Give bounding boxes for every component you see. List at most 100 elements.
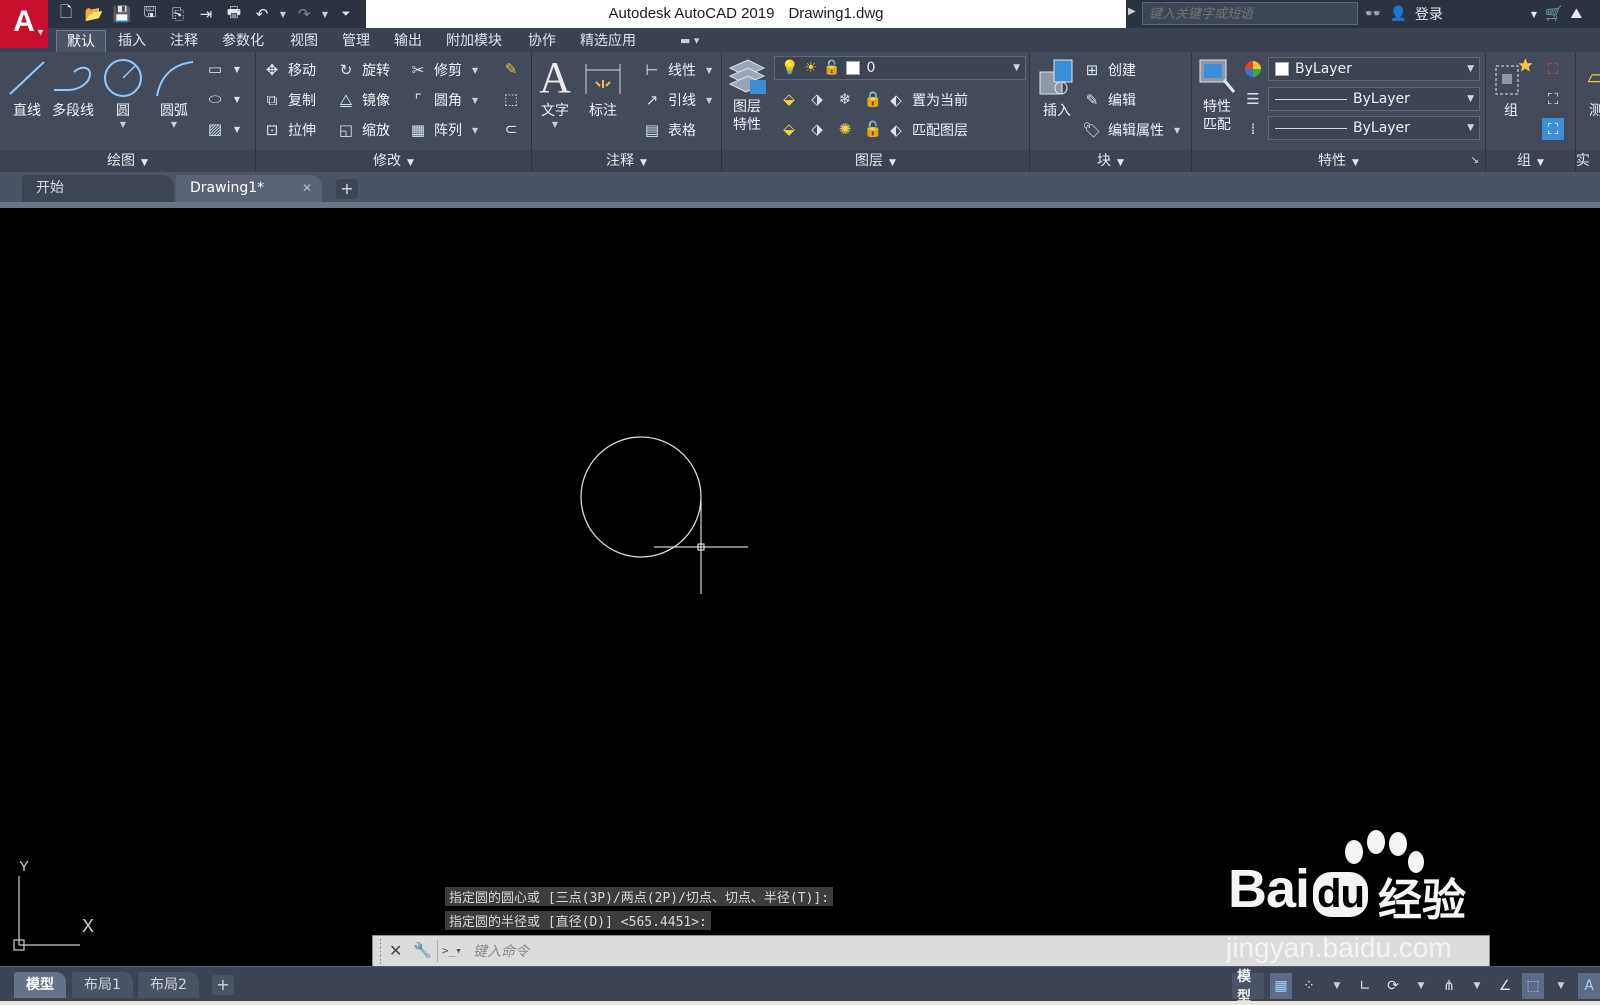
- chevron-down-icon[interactable]: ▼: [226, 88, 248, 110]
- chevron-down-icon[interactable]: ▼: [472, 66, 478, 75]
- chevron-down-icon[interactable]: ▼: [532, 120, 578, 129]
- tab-manage[interactable]: 管理: [332, 30, 380, 52]
- chevron-down-icon[interactable]: ▼: [100, 120, 146, 129]
- chevron-down-icon[interactable]: ▼: [226, 118, 248, 140]
- tab-layout1[interactable]: 布局1: [72, 972, 133, 998]
- lineweight-icon[interactable]: ☰: [1242, 88, 1264, 110]
- hatch-icon[interactable]: ▨: [204, 118, 226, 140]
- binoculars-icon[interactable]: 👓: [1364, 6, 1381, 22]
- chevron-down-icon[interactable]: ▼: [1174, 126, 1180, 135]
- explode-icon[interactable]: ⬚: [500, 88, 522, 110]
- layer-unlock-icon[interactable]: 🔓: [862, 118, 884, 140]
- search-expand-icon[interactable]: ▶: [1128, 6, 1136, 17]
- color-dropdown[interactable]: ByLayer ▼: [1268, 57, 1480, 81]
- application-menu-button[interactable]: A ▼: [0, 0, 48, 48]
- chevron-down-icon[interactable]: ▼: [706, 96, 712, 105]
- chevron-down-icon[interactable]: ▼: [1326, 973, 1348, 999]
- set-current-layer-button[interactable]: ⬖ 置为当前: [886, 88, 968, 112]
- mirror-button[interactable]: ⧋ 镜像: [336, 88, 390, 112]
- leader-button[interactable]: ↗ 引线 ▼: [642, 88, 712, 112]
- tab-annotate[interactable]: 注释: [160, 30, 208, 52]
- linetype-dropdown[interactable]: ByLayer ▼: [1268, 116, 1480, 140]
- a360-icon[interactable]: ⛰: [1570, 6, 1582, 22]
- ungroup-icon[interactable]: ⛶: [1542, 58, 1564, 80]
- tab-insert[interactable]: 插入: [108, 30, 156, 52]
- panel-title-layers[interactable]: 图层 ▼: [722, 150, 1029, 172]
- tab-collaborate[interactable]: 协作: [518, 30, 566, 52]
- command-prompt-icon[interactable]: >_▾: [437, 940, 462, 962]
- dimension-button[interactable]: 标注: [580, 56, 626, 120]
- edit-block-button[interactable]: ✎ 编辑: [1082, 88, 1136, 112]
- panel-title-properties[interactable]: 特性 ▼ ↘: [1192, 150, 1485, 172]
- insert-block-button[interactable]: 插入: [1034, 56, 1080, 120]
- scale-button[interactable]: ◱ 缩放: [336, 118, 390, 142]
- tab-parametric[interactable]: 参数化: [212, 30, 274, 52]
- offset-icon[interactable]: ⊂: [500, 118, 522, 140]
- tab-output[interactable]: 输出: [384, 30, 432, 52]
- group-button[interactable]: 组: [1488, 56, 1534, 120]
- measure-button[interactable]: ▱ 测: [1576, 56, 1600, 120]
- move-button[interactable]: ✥ 移动: [262, 58, 316, 82]
- login-link[interactable]: 登录: [1415, 4, 1443, 24]
- ellipse-icon[interactable]: ⬭: [204, 88, 226, 110]
- chevron-down-icon[interactable]: ▼: [1466, 973, 1488, 999]
- chevron-down-icon[interactable]: ▼: [226, 58, 248, 80]
- open-file-icon[interactable]: 📂: [82, 3, 106, 25]
- layer-freeze-icon[interactable]: ❄: [834, 88, 856, 110]
- layer-thaw-icon[interactable]: ✺: [834, 118, 856, 140]
- fillet-button[interactable]: ⌜ 圆角 ▼: [408, 88, 478, 112]
- layer-on-icon[interactable]: ⬙: [778, 118, 800, 140]
- match-layer-button[interactable]: ⬖ 匹配图层: [886, 118, 968, 142]
- arc-button[interactable]: 圆弧 ▼: [151, 56, 197, 129]
- ribbon-display-toggle-icon[interactable]: ▬ ▾: [680, 34, 699, 47]
- copy-button[interactable]: ⧉ 复制: [262, 88, 316, 112]
- close-icon[interactable]: ✕: [389, 941, 402, 960]
- lineweight-dropdown[interactable]: ByLayer ▼: [1268, 87, 1480, 111]
- tab-layout2[interactable]: 布局2: [138, 972, 199, 998]
- erase-icon[interactable]: ✎: [500, 58, 522, 80]
- linetype-icon[interactable]: ⁞: [1242, 118, 1264, 140]
- linear-dim-button[interactable]: ⊢ 线性 ▼: [642, 58, 712, 82]
- color-wheel-icon[interactable]: [1242, 58, 1264, 80]
- snap-icon[interactable]: ⁘: [1298, 973, 1320, 999]
- new-layout-button[interactable]: +: [212, 975, 234, 995]
- chevron-down-icon[interactable]: ▼: [1410, 973, 1432, 999]
- array-button[interactable]: ▦ 阵列 ▼: [408, 118, 478, 142]
- chevron-down-icon[interactable]: ▼: [151, 120, 197, 129]
- object-snap-icon[interactable]: ⬚: [1522, 973, 1544, 999]
- redo-dropdown-icon[interactable]: ▼: [320, 3, 330, 25]
- plot-icon[interactable]: 🖶: [222, 3, 246, 25]
- wrench-icon[interactable]: 🔧: [413, 941, 432, 959]
- tab-model[interactable]: 模型: [14, 972, 66, 998]
- open-web-icon[interactable]: ⎘: [166, 3, 190, 25]
- tab-drawing1[interactable]: Drawing1* ✕: [176, 175, 322, 202]
- isodraft-icon[interactable]: ⋔: [1438, 973, 1460, 999]
- trim-button[interactable]: ✂ 修剪 ▼: [408, 58, 478, 82]
- tab-view[interactable]: 视图: [280, 30, 328, 52]
- rectangle-icon[interactable]: ▭: [204, 58, 226, 80]
- rotate-button[interactable]: ↻ 旋转: [336, 58, 390, 82]
- circle-button[interactable]: 圆 ▼: [100, 56, 146, 129]
- create-block-button[interactable]: ⊞ 创建: [1082, 58, 1136, 82]
- layer-isolate-icon[interactable]: ⬗: [806, 88, 828, 110]
- panel-title-annotation[interactable]: 注释 ▼: [532, 150, 721, 172]
- close-tab-icon[interactable]: ✕: [302, 175, 312, 202]
- edit-attribute-button[interactable]: 🏷 编辑属性 ▼: [1082, 118, 1180, 142]
- panel-title-modify[interactable]: 修改 ▼: [256, 150, 531, 172]
- polar-icon[interactable]: ⟳: [1382, 973, 1404, 999]
- layer-dropdown[interactable]: 💡 ☀ 🔓 0 ▼: [774, 56, 1026, 80]
- chevron-down-icon[interactable]: ▼: [706, 66, 712, 75]
- stretch-button[interactable]: ⊡ 拉伸: [262, 118, 316, 142]
- drawn-circle[interactable]: [580, 436, 702, 558]
- tab-start[interactable]: 开始: [22, 175, 174, 202]
- redo-icon[interactable]: ↷: [292, 3, 316, 25]
- tab-default[interactable]: 默认: [56, 30, 106, 52]
- object-snap-tracking-icon[interactable]: ∠: [1494, 973, 1516, 999]
- panel-title-utilities[interactable]: 实用: [1576, 150, 1600, 172]
- chevron-down-icon[interactable]: ▼: [472, 96, 478, 105]
- save-icon[interactable]: 💾: [110, 3, 134, 25]
- annotation-scale-icon[interactable]: A: [1578, 973, 1600, 999]
- chevron-down-icon[interactable]: ▼: [1531, 10, 1537, 19]
- panel-title-draw[interactable]: 绘图 ▼: [0, 150, 255, 172]
- layer-unisolate-icon[interactable]: ⬗: [806, 118, 828, 140]
